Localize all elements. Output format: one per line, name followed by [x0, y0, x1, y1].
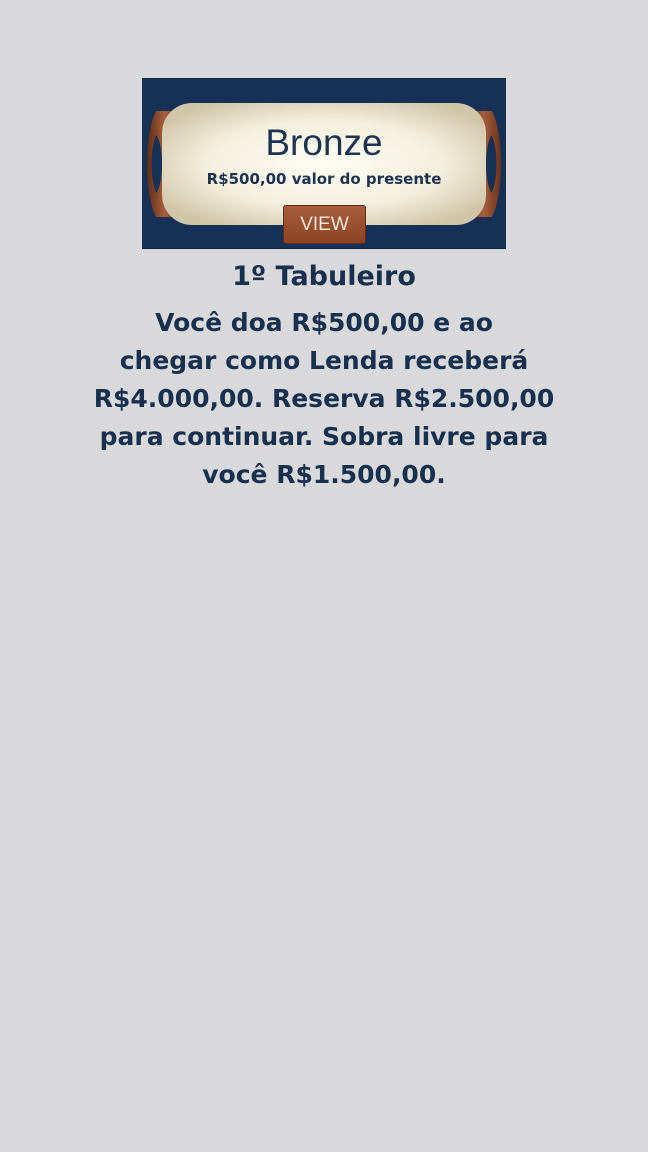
banner-subtitle: R$500,00 valor do presente: [206, 170, 442, 188]
banner-title: Bronze: [265, 122, 383, 163]
bronze-banner: Bronze R$500,00 valor do presente VIEW: [142, 78, 506, 249]
description-line: para continuar. Sobra livre para: [99, 422, 549, 451]
board-heading: 1º Tabuleiro: [232, 261, 416, 292]
description-line: R$4.000,00. Reserva R$2.500,00: [93, 384, 555, 413]
description-text: Você doa R$500,00 e ao chegar como Lenda…: [84, 304, 564, 494]
description-line: você R$1.500,00.: [202, 460, 446, 489]
description-line: Você doa R$500,00 e ao: [155, 308, 493, 337]
view-button[interactable]: VIEW: [283, 205, 366, 244]
description-line: chegar como Lenda receberá: [119, 346, 529, 375]
